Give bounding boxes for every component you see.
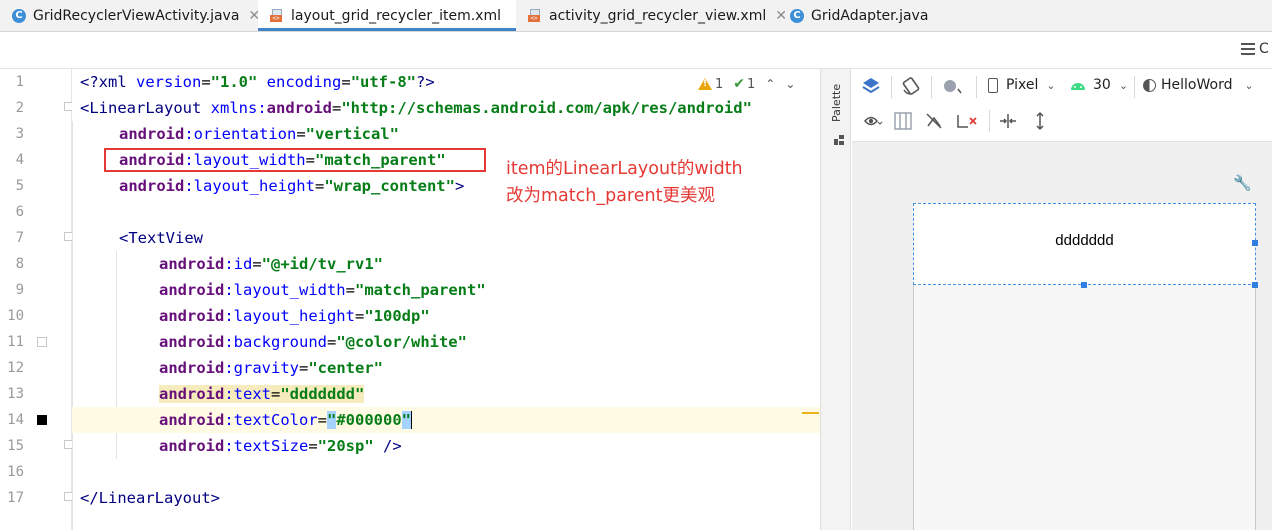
clear-constraints-icon[interactable] — [956, 112, 978, 130]
code-line-9: android:layout_width="match_parent" — [159, 281, 486, 299]
class-c-icon: C — [12, 8, 26, 23]
resize-handle[interactable] — [1252, 240, 1258, 246]
xml-layout-icon: <> — [528, 8, 542, 23]
palette-label[interactable]: Palette — [830, 84, 843, 122]
tab-grid-recycler-view-activity[interactable]: C GridRecyclerViewActivity.java ✕ — [12, 0, 260, 31]
view-options-eye-icon[interactable] — [863, 113, 883, 129]
resize-handle[interactable] — [1252, 282, 1258, 288]
code-line-11: android:background="@color/white" — [159, 333, 467, 351]
wrench-icon[interactable]: 🔧 — [1233, 174, 1252, 192]
code-line-7: <TextView — [119, 229, 203, 247]
component-tree-icon[interactable] — [833, 134, 845, 146]
device-label: Pixel — [1006, 77, 1039, 93]
theme-selector[interactable]: HelloWord ⌄ — [1143, 77, 1254, 93]
code-line-14: android:textColor="#000000" — [72, 407, 820, 433]
phone-icon — [988, 77, 998, 93]
code-line-8: android:id="@+id/tv_rv1" — [159, 255, 383, 273]
code-line-10: android:layout_height="100dp" — [159, 307, 430, 325]
code-line-15: android:textSize="20sp" /> — [159, 437, 402, 455]
line-number: 3 — [15, 126, 24, 142]
night-mode-icon[interactable] — [941, 76, 963, 96]
tab-label: activity_grid_recycler_view.xml — [549, 7, 767, 24]
editor-mode-toolbar: C — [0, 32, 1272, 69]
change-marker — [802, 412, 819, 414]
menu-lines-icon[interactable] — [1241, 43, 1255, 55]
pack-horizontal-icon[interactable] — [998, 112, 1018, 130]
chevron-down-icon: ⌄ — [1244, 78, 1254, 92]
code-line-13: android:text="ddddddd" — [159, 385, 365, 403]
editor-tab-bar: C GridRecyclerViewActivity.java ✕ <> lay… — [0, 0, 1272, 32]
inspection-widget[interactable]: 1 ✔ 1 ⌃ ⌄ — [698, 74, 795, 94]
class-c-icon: C — [790, 8, 804, 23]
line-number: 2 — [15, 100, 24, 116]
line-number: 9 — [15, 282, 24, 298]
chevron-down-icon: ⌄ — [1046, 78, 1056, 92]
tab-label: GridRecyclerViewActivity.java — [33, 7, 240, 24]
code-mode-label[interactable]: C — [1259, 41, 1269, 57]
design-toolbar: Pixel ⌄ 30 ⌄ HelloWord ⌄ — [852, 69, 1272, 142]
orientation-icon[interactable] — [901, 76, 921, 96]
code-line-17: </LinearLayout> — [80, 489, 220, 507]
resize-handle[interactable] — [1081, 282, 1087, 288]
chevron-down-icon[interactable]: ⌄ — [785, 77, 795, 91]
line-number: 6 — [15, 204, 24, 220]
line-number: 1 — [15, 74, 24, 90]
annotation-line-1: item的LinearLayout的width — [506, 159, 743, 179]
preview-item-text: ddddddd — [1055, 232, 1114, 249]
close-icon[interactable]: ✕ — [775, 8, 787, 24]
line-number: 12 — [7, 360, 24, 376]
blueprint-icon[interactable] — [893, 112, 913, 130]
tab-layout-grid-recycler-item[interactable]: <> layout_grid_recycler_item.xml — [258, 0, 516, 31]
line-number: 15 — [7, 438, 24, 454]
line-number: 16 — [7, 464, 24, 480]
chevron-down-icon: ⌄ — [1118, 78, 1129, 92]
code-line-3: android:orientation="vertical" — [119, 125, 399, 143]
android-icon — [1071, 83, 1085, 90]
code-editor[interactable]: <?xml version="1.0" encoding="utf-8"?> <… — [72, 69, 820, 530]
black-color-swatch-icon[interactable] — [37, 415, 47, 425]
code-line-2: <LinearLayout xmlns:android="http://sche… — [80, 99, 752, 117]
code-line-12: android:gravity="center" — [159, 359, 383, 377]
warning-icon — [698, 78, 712, 90]
line-number: 17 — [7, 490, 24, 506]
tab-grid-adapter[interactable]: C GridAdapter.java — [790, 0, 928, 31]
annotation-note: item的LinearLayout的width 改为match_parent更美… — [506, 156, 743, 210]
tab-label: GridAdapter.java — [811, 7, 929, 24]
api-level-label: 30 — [1093, 77, 1111, 93]
xml-layout-icon: <> — [270, 8, 284, 23]
highlight-box — [104, 148, 486, 172]
line-number: 8 — [15, 256, 24, 272]
theme-icon — [1143, 78, 1156, 92]
line-number: 5 — [15, 178, 24, 194]
line-number: 11 — [7, 334, 24, 350]
white-color-swatch-icon[interactable] — [37, 337, 47, 347]
line-number: 14 — [7, 412, 24, 428]
tab-activity-grid-recycler-view[interactable]: <> activity_grid_recycler_view.xml ✕ — [528, 0, 787, 31]
autoconnect-off-icon[interactable] — [924, 112, 944, 130]
weak-warning-check-icon: ✔ — [733, 76, 746, 92]
pack-vertical-icon[interactable] — [1030, 111, 1050, 131]
line-number: 4 — [15, 152, 24, 168]
line-number: 7 — [15, 230, 24, 246]
tab-label: layout_grid_recycler_item.xml — [291, 7, 501, 24]
line-number: 10 — [7, 308, 24, 324]
design-surface-icon[interactable] — [861, 76, 881, 96]
warning-count: 1 — [715, 76, 724, 92]
chevron-up-icon[interactable]: ⌃ — [765, 77, 775, 91]
weak-warning-count: 1 — [747, 76, 756, 92]
api-level-selector[interactable]: 30 ⌄ — [1070, 77, 1128, 93]
device-selector[interactable]: Pixel ⌄ — [988, 77, 1056, 93]
line-number: 13 — [7, 386, 24, 402]
theme-label: HelloWord — [1161, 77, 1233, 93]
annotation-line-2: 改为match_parent更美观 — [506, 186, 715, 206]
